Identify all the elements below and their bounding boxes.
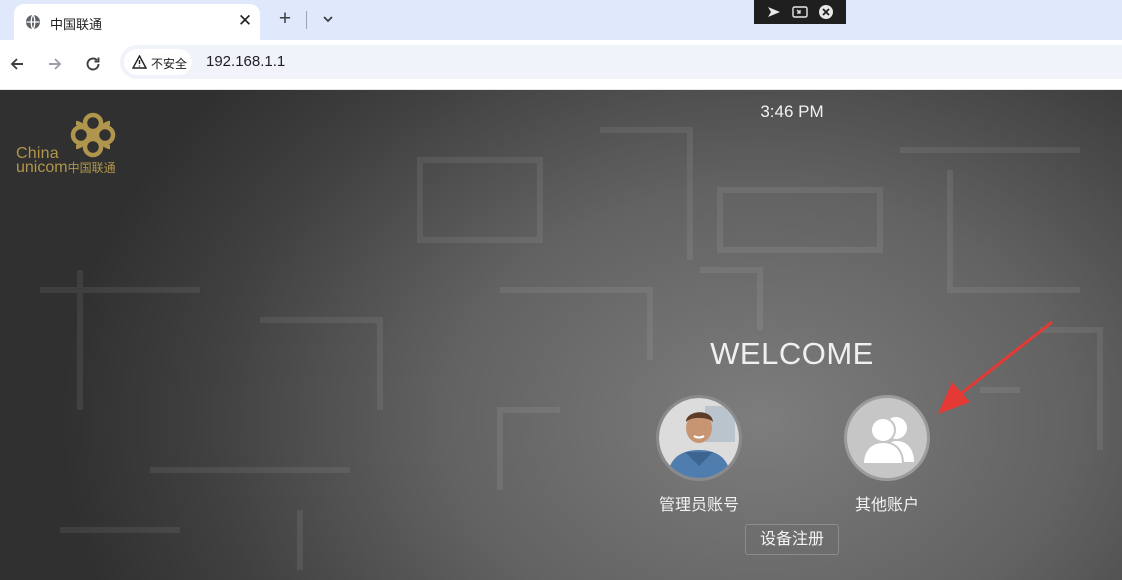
back-arrow-icon[interactable] (6, 53, 28, 75)
tab-strip: 中国联通 ✕ + (0, 0, 1122, 40)
login-page: China unicom中国联通 3:46 PM WELCOME 管理员账号 其… (0, 90, 1122, 580)
browser-tab[interactable]: 中国联通 ✕ (14, 4, 260, 40)
admin-account-label[interactable]: 管理员账号 (639, 491, 759, 515)
logo-text-unicom-en: unicom (16, 159, 68, 176)
welcome-heading: WELCOME (710, 336, 874, 371)
tab-close-icon[interactable]: ✕ (235, 11, 255, 31)
annotation-arrow-icon (938, 320, 1053, 414)
logo-text-unicom: unicom中国联通 (16, 159, 116, 177)
minimize-window-icon[interactable] (792, 4, 808, 20)
admin-photo-avatar (659, 398, 739, 478)
clock: 3:46 PM (760, 102, 824, 121)
reload-icon[interactable] (82, 53, 104, 75)
other-account[interactable]: 其他账户 (827, 395, 947, 515)
warning-triangle-icon (132, 55, 147, 69)
other-account-label[interactable]: 其他账户 (827, 491, 947, 515)
users-icon (861, 417, 914, 465)
device-register-button[interactable]: 设备注册 (745, 524, 839, 555)
new-tab-button[interactable]: + (274, 7, 296, 31)
tab-divider (306, 11, 307, 29)
security-label: 不安全 (151, 57, 188, 71)
logo-text-unicom-cn: 中国联通 (67, 161, 116, 175)
admin-account[interactable]: 管理员账号 (639, 395, 759, 515)
security-indicator[interactable]: 不安全 (124, 49, 192, 75)
tab-title: 中国联通 (50, 17, 103, 32)
globe-icon (26, 14, 40, 30)
other-avatar[interactable] (844, 395, 930, 481)
admin-avatar[interactable] (656, 395, 742, 481)
url-text[interactable]: 192.168.1.1 (206, 53, 285, 70)
forward-arrow-icon[interactable] (44, 53, 66, 75)
overlay-control-bar (754, 0, 846, 24)
address-bar[interactable]: 不安全 192.168.1.1 (120, 45, 1122, 79)
browser-toolbar: 不安全 192.168.1.1 (0, 40, 1122, 90)
close-circle-icon[interactable] (818, 4, 834, 20)
chevron-down-icon[interactable] (318, 9, 338, 29)
send-icon[interactable] (766, 4, 782, 20)
